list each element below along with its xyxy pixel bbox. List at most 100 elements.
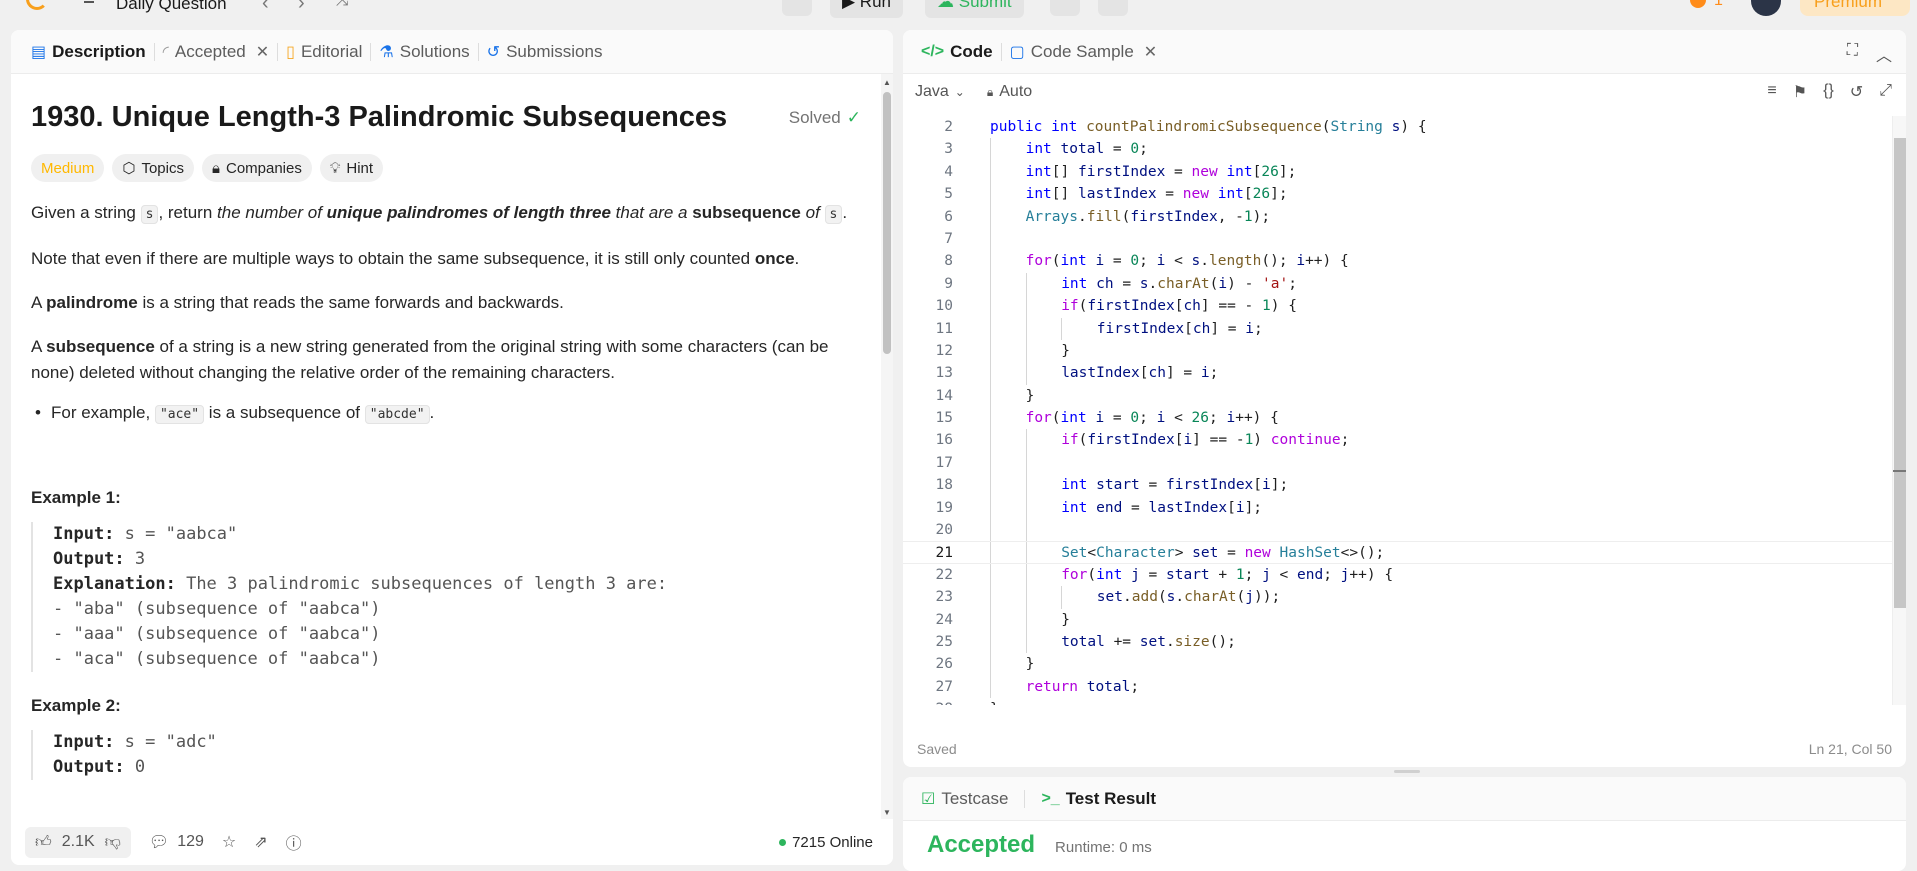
topics-chip[interactable]: ⬡ Topics xyxy=(112,154,194,182)
description-scrollbar[interactable]: ▲ ▼ xyxy=(881,74,893,819)
avatar[interactable] xyxy=(1751,0,1781,16)
tab-code[interactable]: </> Code xyxy=(913,42,1001,62)
code-line[interactable]: 12} xyxy=(903,339,1893,363)
thumbs-up-icon[interactable]: 👍︎ xyxy=(35,833,52,852)
line-number: 27 xyxy=(935,678,953,695)
code-text: set.add(s.charAt(j)); xyxy=(953,586,1280,609)
tab-accepted[interactable]: ◜ Accepted ✕ xyxy=(155,42,278,62)
code-line[interactable]: 26} xyxy=(903,653,1893,676)
code-line[interactable]: 21 Set<Character> set = new HashSet<>(); xyxy=(903,541,1893,564)
code-line[interactable]: 23 set.add(s.charAt(j)); xyxy=(903,586,1893,609)
tab-code-sample[interactable]: ▢ Code Sample ✕ xyxy=(1002,42,1166,62)
notes-icon[interactable] xyxy=(1098,0,1128,16)
code-line[interactable]: 6 Arrays.fill(firstIndex, -1); xyxy=(903,205,1893,228)
companies-chip[interactable]: 🔒︎ Companies xyxy=(202,154,312,182)
tab-editorial[interactable]: ▯ Editorial xyxy=(278,42,370,62)
tab-test-result[interactable]: >_ Test Result xyxy=(1037,789,1160,809)
tab-submissions[interactable]: ↺ Submissions xyxy=(479,42,611,62)
code-line[interactable]: 27 return total; xyxy=(903,675,1893,699)
code-line[interactable]: 14} xyxy=(903,384,1893,408)
code-line[interactable]: 15 for(int i = 0; i < 26; i++) { xyxy=(903,407,1893,430)
runtime-label: Runtime: 0 ms xyxy=(1055,839,1152,856)
code-line[interactable]: 18 int start = firstIndex[i]; xyxy=(903,474,1893,497)
premium-button[interactable]: Premium xyxy=(1800,0,1910,16)
language-select[interactable]: Java ⌄ xyxy=(915,83,965,101)
collapse-icon[interactable]: ︿ xyxy=(1876,42,1892,66)
submit-button[interactable]: ☁ Submit xyxy=(925,0,1024,18)
editor-scrollbar[interactable] xyxy=(1892,116,1906,705)
code-line[interactable]: 2 public int countPalindromicSubsequence(… xyxy=(903,116,1893,138)
difficulty-badge: Medium xyxy=(31,154,105,182)
history-icon: ↺ xyxy=(486,43,501,61)
daily-question-link[interactable]: Daily Question xyxy=(116,0,227,14)
problem-title[interactable]: 1930. Unique Length-3 Palindromic Subseq… xyxy=(31,101,727,134)
reset-icon[interactable]: ↺ xyxy=(1850,82,1863,102)
code-line[interactable]: 19 int end = lastIndex[i]; xyxy=(903,496,1893,520)
editor-toolbar: Java ⌄ 🔒︎ Auto ≡ ⚑ {} ↺ ⤢ xyxy=(903,74,1906,110)
help-icon[interactable]: ⓘ xyxy=(286,830,302,854)
code-line[interactable]: 13 lastIndex[ch] = i; xyxy=(903,362,1893,385)
code-line[interactable]: 22 for(int j = start + 1; j < end; j++) { xyxy=(903,563,1893,587)
code-line[interactable]: 28} xyxy=(903,698,1893,705)
timer-icon[interactable] xyxy=(1050,0,1080,16)
code-line[interactable]: 11 firstIndex[ch] = i; xyxy=(903,317,1893,340)
format-icon[interactable]: ≡ xyxy=(1767,82,1776,102)
tab-testcase[interactable]: ☑ Testcase xyxy=(917,789,1012,809)
code-line[interactable]: 16 if(firstIndex[i] == -1) continue; xyxy=(903,429,1893,452)
star-icon[interactable]: ☆ xyxy=(222,832,236,852)
file-icon: ▢ xyxy=(1009,43,1025,61)
code-line[interactable]: 4 int[] firstIndex = new int[26]; xyxy=(903,160,1893,184)
thumbs-down-icon[interactable]: 👎︎ xyxy=(105,833,121,852)
debug-icon[interactable] xyxy=(782,0,812,16)
like-dislike-group: 👍︎ 2.1K 👎︎ xyxy=(25,826,131,858)
problem-note: Note that even if there are multiple way… xyxy=(31,249,800,268)
code-text: int start = firstIndex[i]; xyxy=(953,474,1288,497)
terminal-icon: >_ xyxy=(1041,789,1060,807)
leetcode-logo-icon[interactable] xyxy=(26,0,48,10)
description-content[interactable]: 1930. Unique Length-3 Palindromic Subseq… xyxy=(11,74,881,819)
code-line[interactable]: 8 for(int i = 0; i < s.length(); i++) { xyxy=(903,250,1893,273)
prev-problem-icon[interactable]: ‹ xyxy=(262,0,269,15)
settings-icon[interactable] xyxy=(1636,0,1666,16)
close-icon[interactable]: ✕ xyxy=(256,42,269,62)
code-text: int end = lastIndex[i]; xyxy=(953,496,1262,520)
top-navbar: Daily Question ‹ › ⤨ ▶ Run ☁ Submit 1 Pr… xyxy=(0,0,1917,22)
maximize-icon[interactable]: ⛶ xyxy=(1847,42,1858,66)
code-editor[interactable]: 2 public int countPalindromicSubsequence(… xyxy=(903,116,1893,705)
code-line[interactable]: 7 xyxy=(903,227,1893,251)
comments-button[interactable]: 💬︎ 129 xyxy=(149,832,204,852)
tab-solutions[interactable]: ⚗ Solutions xyxy=(371,42,477,62)
next-problem-icon[interactable]: › xyxy=(298,0,305,15)
share-icon[interactable]: ⇗ xyxy=(254,832,267,852)
code-text: } xyxy=(953,653,1034,676)
code-line[interactable]: 9 int ch = s.charAt(i) - 'a'; xyxy=(903,272,1893,296)
shuffle-icon[interactable]: ⤨ xyxy=(336,0,349,10)
code-line[interactable]: 24} xyxy=(903,608,1893,631)
tab-code-sample-label: Code Sample xyxy=(1030,41,1134,61)
braces-icon[interactable]: {} xyxy=(1823,82,1834,102)
book-icon: ▯ xyxy=(286,43,295,61)
panel-resize-handle[interactable] xyxy=(1394,770,1420,773)
code-line[interactable]: 20 xyxy=(903,519,1893,542)
code-line[interactable]: 10 if(firstIndex[ch] == - 1) { xyxy=(903,295,1893,318)
code-line[interactable]: 17 xyxy=(903,451,1893,475)
left-tabbar: ▤ Description ◜ Accepted ✕ ▯ Editorial ⚗… xyxy=(11,30,893,74)
code-line[interactable]: 25 total += set.size(); xyxy=(903,630,1893,654)
fullscreen-icon[interactable]: ⤢ xyxy=(1879,82,1892,102)
code-line[interactable]: 5 int[] lastIndex = new int[26]; xyxy=(903,183,1893,206)
layout-icon[interactable] xyxy=(1584,0,1614,16)
tab-description[interactable]: ▤ Description xyxy=(23,42,154,62)
run-button[interactable]: ▶ Run xyxy=(830,0,903,18)
example-1-block: Input: s = "aabca" Output: 3 Explanation… xyxy=(31,522,861,672)
bookmark-icon[interactable]: ⚑ xyxy=(1793,82,1807,102)
code-line[interactable]: 3 int total = 0; xyxy=(903,138,1893,161)
code-text: for(int i = 0; i < 26; i++) { xyxy=(953,407,1279,430)
hint-chip[interactable]: 💡︎ Hint xyxy=(319,154,384,182)
auto-mode-toggle[interactable]: 🔒︎ Auto xyxy=(987,83,1032,101)
streak-icon[interactable] xyxy=(1690,0,1706,8)
solved-label: Solved xyxy=(788,107,841,127)
auto-mode-label: Auto xyxy=(999,83,1033,100)
close-icon[interactable]: ✕ xyxy=(1144,42,1157,62)
code-text: int total = 0; xyxy=(953,138,1148,161)
line-number: 12 xyxy=(935,342,953,359)
